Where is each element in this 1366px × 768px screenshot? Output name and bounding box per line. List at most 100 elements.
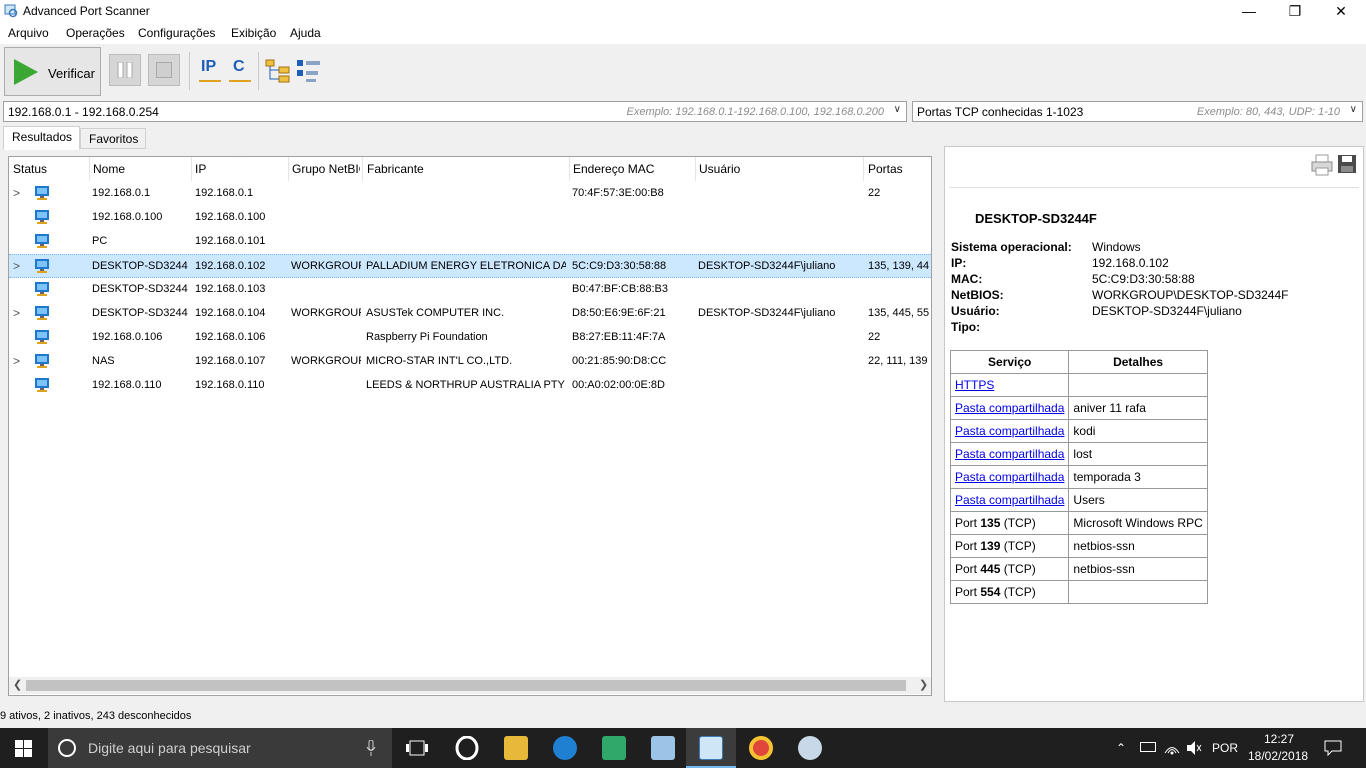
opera-icon[interactable]	[455, 736, 479, 760]
minimize-button[interactable]: —	[1226, 0, 1272, 23]
tab-resultados-label: Resultados	[12, 130, 73, 144]
column-header-portas[interactable]: Portas	[868, 162, 928, 176]
results-list[interactable]: Status Nome IP ⌃ Grupo NetBIOS Fabricant…	[8, 156, 932, 696]
table-row[interactable]: PC 192.168.0.101	[9, 230, 931, 254]
skype-icon[interactable]	[553, 736, 577, 760]
cell-user: DESKTOP-SD3244F\juliano	[698, 260, 836, 272]
app-icon	[4, 4, 18, 18]
service-link[interactable]: Pasta compartilhada	[955, 470, 1064, 484]
taskbar-search-box[interactable]: Digite aqui para pesquisar	[48, 728, 392, 768]
detail-label: Sistema operacional:	[951, 240, 1072, 254]
maximize-button[interactable]: ❐	[1272, 0, 1318, 23]
table-row[interactable]: > DESKTOP-SD3244F 192.168.0.104 WORKGROUP AS…	[9, 302, 931, 326]
advanced-port-scanner-taskbar-button[interactable]	[686, 728, 736, 768]
column-header-status[interactable]: Status	[13, 162, 89, 176]
battery-icon[interactable]	[1140, 742, 1156, 752]
sort-ascending-icon: ⌃	[235, 156, 244, 165]
service-link[interactable]: Pasta compartilhada	[955, 447, 1064, 461]
microphone-icon[interactable]	[366, 740, 376, 756]
column-header-grupo-netbios[interactable]: Grupo NetBIOS	[292, 162, 360, 176]
cell-ports: 135, 445, 55	[868, 307, 930, 319]
table-row[interactable]: DESKTOP-SD3244F 192.168.0.103 B0:47:BF:CB:…	[9, 278, 931, 302]
ip-icon: IP	[201, 58, 217, 75]
c-button[interactable]: C	[229, 56, 251, 84]
port-range-input[interactable]: Portas TCP conhecidas 1-1023 Exemplo: 80…	[912, 101, 1363, 122]
service-link[interactable]: Pasta compartilhada	[955, 424, 1064, 438]
service-cell: Pasta compartilhada	[949, 442, 1070, 466]
cell-ip: 192.168.0.1	[195, 187, 254, 199]
stop-button[interactable]	[148, 54, 180, 86]
table-row[interactable]: > DESKTOP-SD3244F 192.168.0.102 WORKGROUP PA…	[9, 254, 931, 278]
table-row[interactable]: 192.168.0.110 192.168.0.110 LEEDS & NORTHR…	[9, 374, 931, 398]
menu-operacoes[interactable]: Operações	[66, 26, 125, 40]
expand-chevron-icon[interactable]: >	[13, 259, 20, 273]
cell-ip: 192.168.0.102	[195, 260, 266, 272]
scroll-right-icon[interactable]: ❯	[919, 678, 928, 691]
menu-arquivo[interactable]: Arquivo	[8, 26, 49, 40]
show-hidden-icons-icon[interactable]: ⌃	[1116, 741, 1126, 755]
keepass-icon[interactable]	[602, 736, 626, 760]
notepad-icon[interactable]	[651, 736, 675, 760]
menu-configuracoes[interactable]: Configurações	[138, 26, 215, 40]
save-icon[interactable]	[1337, 154, 1357, 174]
file-explorer-icon[interactable]	[504, 736, 528, 760]
volume-muted-icon[interactable]	[1186, 740, 1202, 756]
cell-name: 192.168.0.106	[92, 331, 163, 343]
cell-vendor: LEEDS & NORTHRUP AUSTRALIA PTY LTD	[366, 379, 566, 391]
column-header-endereco-mac[interactable]: Endereço MAC	[573, 162, 693, 176]
service-row: Port 139 (TCP) netbios-ssn	[949, 534, 1208, 558]
chevron-down-icon[interactable]: ∨	[1350, 104, 1357, 115]
cell-name: 192.168.0.100	[92, 211, 163, 223]
close-button[interactable]: ✕	[1318, 0, 1364, 23]
detail-value: DESKTOP-SD3244F\juliano	[1092, 304, 1242, 318]
ip-button[interactable]: IP	[199, 56, 221, 84]
tab-resultados[interactable]: Resultados	[3, 126, 80, 150]
cell-mac: B8:27:EB:11:4F:7A	[572, 331, 666, 343]
service-link[interactable]: Pasta compartilhada	[955, 401, 1064, 415]
expand-chevron-icon[interactable]: >	[13, 306, 20, 320]
table-row[interactable]: 192.168.0.106 192.168.0.106 Raspberry Pi F…	[9, 326, 931, 350]
menu-bar: Arquivo Operações Configurações Exibição…	[0, 23, 1366, 44]
wifi-icon[interactable]	[1164, 740, 1180, 756]
table-row[interactable]: > NAS 192.168.0.107 WORKGROUP MICRO-STAR INT…	[9, 350, 931, 374]
play-icon	[14, 59, 38, 85]
service-cell: Pasta compartilhada	[949, 396, 1070, 420]
collapse-tree-icon[interactable]	[296, 58, 322, 84]
column-header-nome[interactable]: Nome	[93, 162, 189, 176]
pause-button[interactable]	[109, 54, 141, 86]
windows-start-icon[interactable]	[15, 740, 32, 757]
chrome-icon[interactable]	[749, 736, 773, 760]
expand-chevron-icon[interactable]: >	[13, 354, 20, 368]
task-view-icon[interactable]	[406, 740, 428, 756]
computer-status-icon	[35, 330, 49, 344]
scan-button-label: Verificar	[48, 66, 95, 81]
horizontal-scrollbar[interactable]: ❮ ❯	[9, 677, 931, 694]
service-link[interactable]: Pasta compartilhada	[955, 493, 1064, 507]
table-row[interactable]: >192.168.0.1 192.168.0.1 70:4F:57:3E:00:B8…	[9, 182, 931, 206]
notifications-icon[interactable]	[1324, 740, 1342, 756]
ip-range-input[interactable]: 192.168.0.1 - 192.168.0.254 Exemplo: 192…	[3, 101, 907, 122]
print-icon[interactable]	[1311, 154, 1333, 176]
service-link[interactable]: HTTPS	[955, 378, 994, 392]
language-indicator[interactable]: POR	[1212, 741, 1238, 755]
cell-ports: 22	[868, 331, 881, 343]
paint-icon[interactable]	[798, 736, 822, 760]
chevron-down-icon[interactable]: ∨	[894, 104, 901, 115]
tab-favoritos[interactable]: Favoritos	[80, 128, 146, 149]
menu-ajuda[interactable]: Ajuda	[290, 26, 321, 40]
menu-exibicao[interactable]: Exibição	[231, 26, 276, 40]
expand-chevron-icon[interactable]: >	[13, 186, 20, 200]
table-row[interactable]: 192.168.0.100 192.168.0.100	[9, 206, 931, 230]
cell-vendor: PALLADIUM ENERGY ELETRONICA DA ...	[366, 260, 566, 272]
column-header-usuario[interactable]: Usuário	[699, 162, 859, 176]
column-header-fabricante[interactable]: Fabricante	[367, 162, 567, 176]
scrollbar-thumb[interactable]	[26, 680, 906, 691]
clock-date[interactable]: 18/02/2018	[1248, 749, 1308, 763]
clock-time[interactable]: 12:27	[1264, 732, 1294, 746]
scan-button[interactable]: Verificar	[4, 47, 101, 96]
taskbar: Digite aqui para pesquisar ⌃ POR 12:27 1…	[0, 728, 1366, 768]
cell-ports: 22	[868, 187, 881, 199]
expand-tree-icon[interactable]	[265, 58, 291, 84]
service-details: kodi	[1068, 419, 1208, 443]
scroll-left-icon[interactable]: ❮	[13, 678, 22, 691]
